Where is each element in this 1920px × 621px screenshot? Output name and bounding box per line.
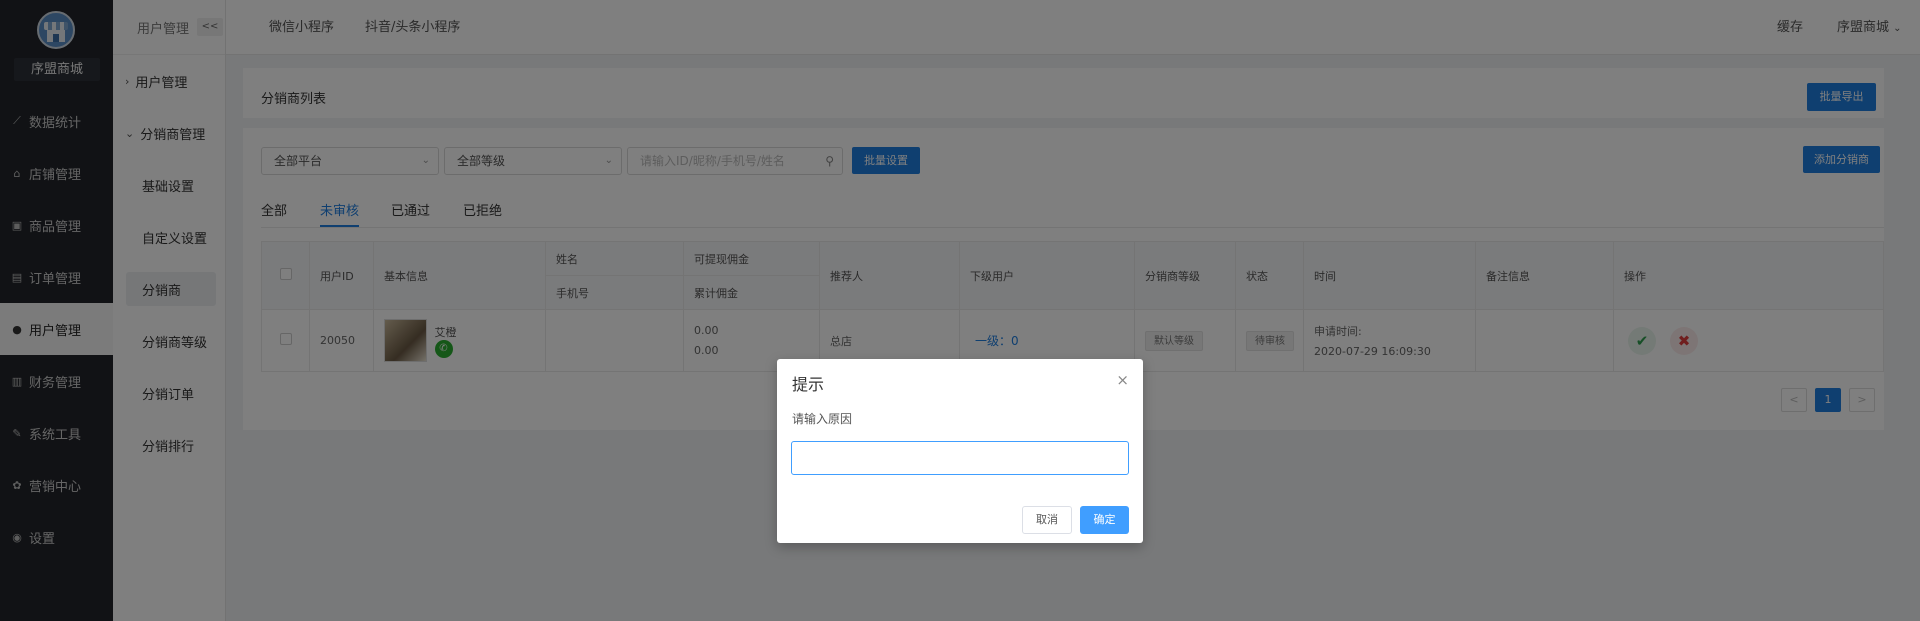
dialog-title: 提示 [792,375,825,394]
reason-input[interactable] [791,441,1129,475]
cancel-button[interactable]: 取消 [1022,506,1072,534]
confirm-button[interactable]: 确定 [1080,506,1129,534]
dialog-label: 请输入原因 [792,412,853,426]
reason-dialog: 提示 × 请输入原因 取消 确定 [777,359,1143,543]
close-icon[interactable]: × [1116,371,1129,389]
